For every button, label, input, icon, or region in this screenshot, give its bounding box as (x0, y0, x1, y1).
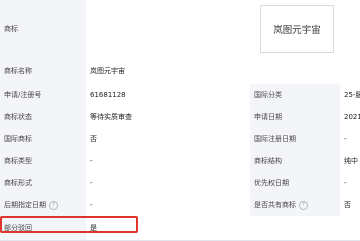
value-priority-date: - (340, 172, 360, 194)
value-intl-trademark: 否 (86, 128, 250, 150)
row-trademark-form: 商标形式 - 优先权日期 - (0, 172, 360, 195)
label-application-date: 申请日期 (250, 106, 340, 128)
label-shared-trademark: 是否共有商标 ? (250, 194, 340, 216)
value-trademark-form: - (86, 172, 250, 194)
value-trademark-type: - (86, 150, 250, 172)
label-trademark-name: 商标名称 (0, 58, 86, 84)
value-intl-reg-date: - (340, 128, 360, 150)
value-registration-number: 61681128 (86, 84, 250, 106)
row-logo: 商标 岚图元宇宙 (0, 0, 360, 59)
label-trademark-type: 商标类型 (0, 150, 86, 172)
help-circle-icon[interactable]: ? (49, 200, 58, 210)
value-intl-class: 25-服 (340, 84, 360, 106)
row-trademark-type: 商标类型 - 商标结构 纯中 (0, 150, 360, 173)
label-trademark-status: 商标状态 (0, 106, 86, 128)
label-trademark-structure: 商标结构 (250, 150, 340, 172)
row-trademark-status: 商标状态 等待实质审查 申请日期 2021 (0, 106, 360, 129)
trademark-logo-image: 岚图元宇宙 (260, 5, 334, 53)
row-trademark-name: 商标名称 岚图元宇宙 (0, 58, 360, 85)
help-circle-icon[interactable]: ? (299, 200, 308, 210)
label-trademark: 商标 (0, 0, 86, 58)
label-trademark-form: 商标形式 (0, 172, 86, 194)
label-registration-number: 申请/注册号 (0, 84, 86, 106)
row-intl-trademark: 国际商标 否 国际注册日期 - (0, 128, 360, 151)
label-intl-class: 国际分类 (250, 84, 340, 106)
value-trademark-status: 等待实质审查 (86, 106, 250, 128)
value-shared-trademark: 否 (340, 194, 360, 216)
label-later-designation: 后期指定日期 ? (0, 194, 86, 216)
label-priority-date: 优先权日期 (250, 172, 340, 194)
row-later-designation: 后期指定日期 ? - 是否共有商标 ? 否 (0, 194, 360, 217)
value-later-designation: - (86, 194, 250, 216)
highlight-box (0, 216, 138, 233)
label-intl-reg-date: 国际注册日期 (250, 128, 340, 150)
label-intl-trademark: 国际商标 (0, 128, 86, 150)
value-application-date: 2021 (340, 106, 360, 128)
value-trademark-structure: 纯中 (340, 150, 360, 172)
value-trademark-name: 岚图元宇宙 (86, 58, 360, 84)
row-registration-number: 申请/注册号 61681128 国际分类 25-服 (0, 84, 360, 107)
